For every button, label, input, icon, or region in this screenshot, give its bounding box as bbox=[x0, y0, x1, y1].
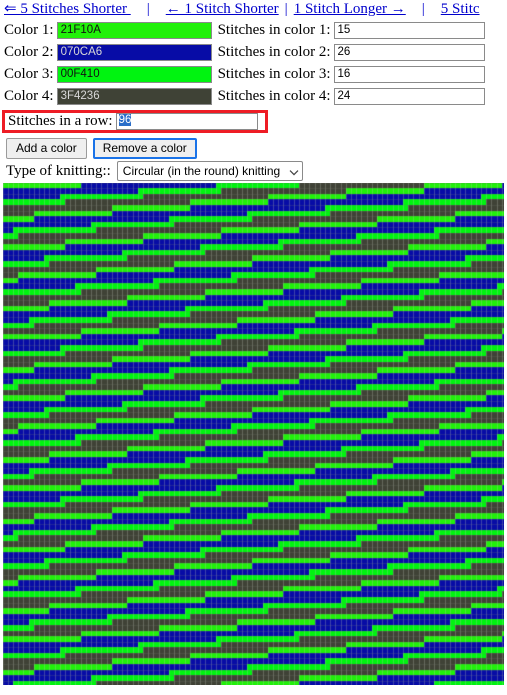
nav-link-5-stitches-shorter[interactable]: ⇐ 5 Stitches Shorter bbox=[4, 1, 131, 17]
stitches-in-a-row-label: Stitches in a row: bbox=[8, 113, 113, 129]
form-buttons: Add a color Remove a color bbox=[0, 133, 507, 159]
color-2-label: Color 2: bbox=[4, 43, 54, 60]
knitting-type-label: Type of knitting:: bbox=[6, 163, 111, 179]
stitches-in-a-row-value: 96 bbox=[118, 114, 132, 126]
color-row-1: Color 1: Stitches in color 1: bbox=[4, 19, 507, 41]
stitches-color-4-label: Stitches in color 4: bbox=[217, 87, 331, 104]
knitting-type-row: Type of knitting:: Circular (in the roun… bbox=[0, 159, 507, 181]
nav-separator-1: | bbox=[146, 1, 150, 17]
color-4-hex-input[interactable] bbox=[56, 87, 212, 105]
nav-link-1-stitch-shorter[interactable]: ← 1 Stitch Shorter bbox=[166, 1, 279, 17]
color-2-hex-input[interactable] bbox=[56, 43, 212, 61]
stitches-color-1-label: Stitches in color 1: bbox=[217, 21, 331, 38]
add-a-color-button[interactable]: Add a color bbox=[6, 138, 87, 159]
color-4-label: Color 4: bbox=[4, 87, 54, 104]
stitches-color-3-label: Stitches in color 3: bbox=[217, 65, 331, 82]
stitches-color-4-input[interactable] bbox=[333, 87, 485, 105]
remove-a-color-button[interactable]: Remove a color bbox=[92, 138, 197, 159]
nav-separator-2: | bbox=[284, 1, 288, 17]
stitches-in-a-row-highlight: Stitches in a row: 96 bbox=[2, 110, 268, 133]
color-row-3: Color 3: Stitches in color 3: bbox=[4, 63, 507, 85]
color-form: Color 1: Stitches in color 1: Color 2: S… bbox=[0, 19, 507, 107]
stitches-color-2-label: Stitches in color 2: bbox=[217, 43, 331, 60]
nav-link-1-stitch-longer[interactable]: 1 Stitch Longer → bbox=[294, 1, 406, 17]
color-row-2: Color 2: Stitches in color 2: bbox=[4, 41, 507, 63]
color-row-4: Color 4: Stitches in color 4: bbox=[4, 85, 507, 107]
color-1-hex-input[interactable] bbox=[56, 21, 212, 39]
color-3-label: Color 3: bbox=[4, 65, 54, 82]
knitting-type-select-wrapper[interactable]: Circular (in the round) knitting bbox=[116, 161, 304, 181]
stitches-color-1-input[interactable] bbox=[333, 21, 485, 39]
navigation-bar: ⇐ 5 Stitches Shorter | ← 1 Stitch Shorter… bbox=[0, 0, 507, 19]
stitches-color-2-input[interactable] bbox=[333, 43, 485, 61]
knitting-pattern-preview bbox=[3, 183, 504, 685]
stitches-color-3-input[interactable] bbox=[333, 65, 485, 83]
pattern-canvas bbox=[3, 183, 504, 685]
nav-link-5-stitches-longer[interactable]: 5 Stitc bbox=[441, 1, 480, 17]
knitting-type-select[interactable]: Circular (in the round) knitting bbox=[116, 161, 304, 181]
color-3-hex-input[interactable] bbox=[56, 65, 212, 83]
stitches-in-a-row-input[interactable]: 96 bbox=[115, 113, 258, 130]
color-1-label: Color 1: bbox=[4, 21, 54, 38]
nav-separator-3: | bbox=[421, 1, 425, 17]
